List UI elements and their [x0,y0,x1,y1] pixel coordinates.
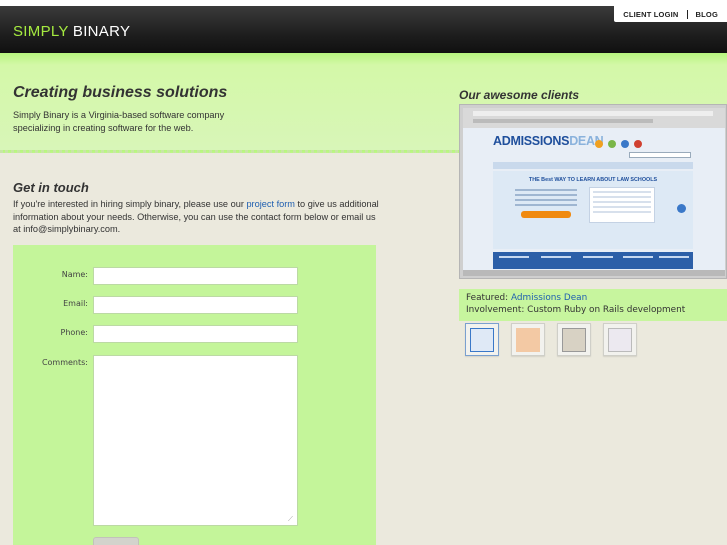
admissions-dean-logo: ADMISSIONSDEAN [493,134,604,148]
logo-word-binary: BINARY [72,23,131,40]
screenshot-table [589,187,655,223]
thumbnail-image [562,328,586,352]
screenshot-text-lines [515,189,577,209]
email-field[interactable] [93,296,298,314]
screenshot-browser-chrome [463,108,725,128]
screenshot-scrollbar [463,270,725,276]
screenshot-address-bar [473,119,653,123]
screenshot-icon-row [595,140,642,148]
client-screenshot[interactable]: ADMISSIONSDEAN THE Best WAY TO LEARN ABO… [459,104,727,279]
comments-field[interactable] [93,355,298,526]
dot-icon [608,140,616,148]
intro-title: Creating business solutions [13,84,228,101]
screenshot-page: ADMISSIONSDEAN THE Best WAY TO LEARN ABO… [463,128,725,276]
featured-client-box: Featured: Admissions Dean Involvement: C… [459,289,727,321]
screenshot-title-bar [473,111,713,116]
screenshot-footer [493,252,693,269]
thumbnail-image [516,328,540,352]
screenshot-nav [493,162,693,169]
name-label: Name: [61,270,88,279]
screenshot-search-box [629,152,691,158]
involvement-text: Involvement: Custom Ruby on Rails develo… [466,305,686,315]
top-nav: CLIENT LOGIN BLOG [614,6,727,22]
phone-label: Phone: [60,328,88,337]
screenshot-hero: THE Best WAY TO LEARN ABOUT LAW SCHOOLS [493,171,693,249]
contact-title: Get in touch [13,180,89,195]
client-thumbnail-3[interactable] [557,323,591,356]
dot-icon [595,140,603,148]
clients-title: Our awesome clients [459,88,580,102]
client-thumbnail-4[interactable] [603,323,637,356]
thumbnail-image [608,328,632,352]
dot-icon [634,140,642,148]
client-thumbnails [465,323,637,356]
screenshot-hero-title: THE Best WAY TO LEARN ABOUT LAW SCHOOLS [528,177,658,183]
screenshot-arrow-icon [677,204,686,213]
site-header: SIMPLY BINARY CLIENT LOGIN BLOG [0,6,727,53]
featured-label: Featured: [466,293,511,303]
email-label: Email: [63,299,88,308]
phone-field[interactable] [93,325,298,343]
site-logo[interactable]: SIMPLY BINARY [13,23,130,40]
thumbnail-image [470,328,494,352]
logo-admissions-text: ADMISSIONS [493,134,570,148]
contact-text-before: If you're interested in hiring simply bi… [13,199,247,209]
client-login-link[interactable]: CLIENT LOGIN [623,10,678,19]
project-form-link[interactable]: project form [246,199,295,209]
name-field[interactable] [93,267,298,285]
featured-line: Featured: Admissions Dean [466,293,587,303]
contact-form: Name: Email: Phone: Comments: ⟋ [13,245,376,545]
nav-separator [686,9,688,19]
client-thumbnail-1[interactable] [465,323,499,356]
client-thumbnail-2[interactable] [511,323,545,356]
screenshot-cta-button [521,211,571,218]
comments-label: Comments: [41,358,88,367]
resize-grip-icon[interactable]: ⟋ [288,515,296,523]
logo-word-simply: SIMPLY [13,23,69,40]
blog-link[interactable]: BLOG [696,10,718,19]
contact-text: If you're interested in hiring simply bi… [13,198,383,236]
dot-icon [621,140,629,148]
featured-client-link[interactable]: Admissions Dean [511,293,587,303]
submit-button[interactable] [93,537,139,545]
intro-text: Simply Binary is a Virginia-based softwa… [13,110,225,133]
